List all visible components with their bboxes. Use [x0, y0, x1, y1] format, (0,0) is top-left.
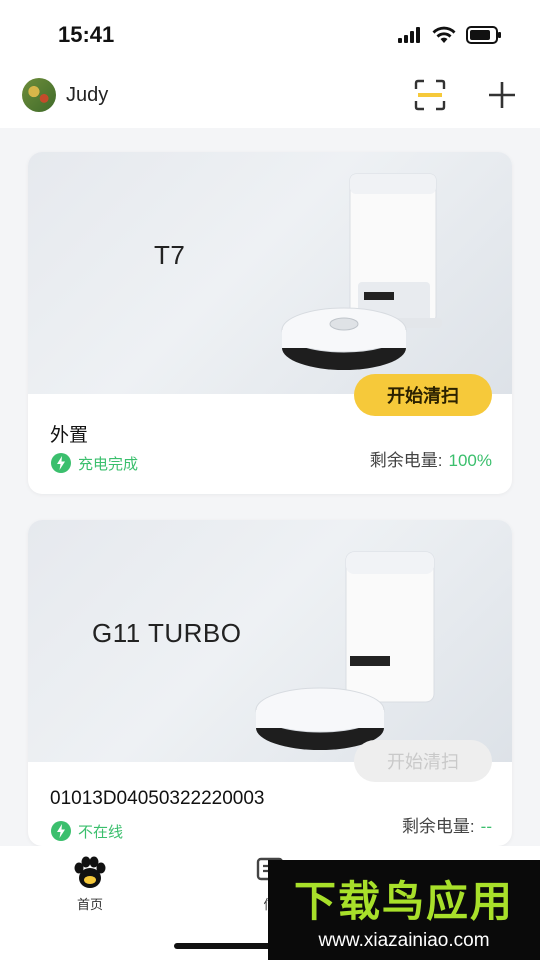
paw-icon — [74, 856, 106, 888]
status-label: 不在线 — [78, 823, 124, 841]
device-name: 01013D04050322220003 — [50, 788, 265, 809]
scan-icon[interactable] — [414, 79, 446, 111]
status-time: 15:41 — [58, 22, 115, 47]
status-label: 充电完成 — [78, 455, 139, 473]
device-model: G11 TURBO — [92, 618, 242, 648]
user-avatar[interactable] — [22, 78, 56, 112]
battery-label: 剩余电量: — [401, 817, 475, 836]
device-card[interactable]: T7 开始清扫 外置 充电完成 剩余电量: 100% — [28, 152, 512, 494]
wifi-icon — [432, 26, 456, 43]
start-cleaning-button[interactable]: 开始清扫 — [354, 740, 492, 782]
robot-vacuum-station-image — [281, 173, 442, 370]
charging-icon — [51, 453, 71, 473]
device-card[interactable]: G11 TURBO 开始清扫 01013D04050322220003 不在线 … — [28, 520, 512, 846]
watermark-title: 下载鸟应用 — [293, 878, 514, 925]
app-header: Judy — [0, 70, 540, 128]
battery-info: 剩余电量: -- — [402, 812, 492, 837]
tab-label: 首页 — [76, 897, 103, 912]
battery-value: 100% — [448, 451, 492, 470]
device-status: 充电完成 — [50, 452, 138, 474]
tab-home[interactable]: 首页 — [70, 856, 110, 913]
battery-info: 剩余电量: 100% — [370, 446, 492, 471]
device-image: G11 TURBO — [28, 520, 512, 762]
watermark-url: www.xiazainiao.com — [318, 930, 490, 951]
status-bar: 15:41 — [0, 0, 540, 70]
device-image: T7 — [28, 152, 512, 394]
device-status: 不在线 — [50, 820, 123, 842]
battery-label: 剩余电量: — [369, 451, 443, 470]
device-name: 外置 — [50, 425, 89, 446]
device-model: T7 — [154, 240, 186, 270]
battery-icon — [466, 26, 501, 44]
signal-icon — [398, 27, 420, 43]
start-cleaning-button[interactable]: 开始清扫 — [354, 374, 492, 416]
charging-icon — [51, 821, 71, 841]
add-icon[interactable] — [486, 79, 518, 111]
status-icons — [398, 26, 502, 44]
battery-value: -- — [480, 817, 492, 836]
user-name[interactable]: Judy — [66, 84, 108, 107]
watermark: 下载鸟应用 www.xiazainiao.com — [268, 860, 540, 960]
